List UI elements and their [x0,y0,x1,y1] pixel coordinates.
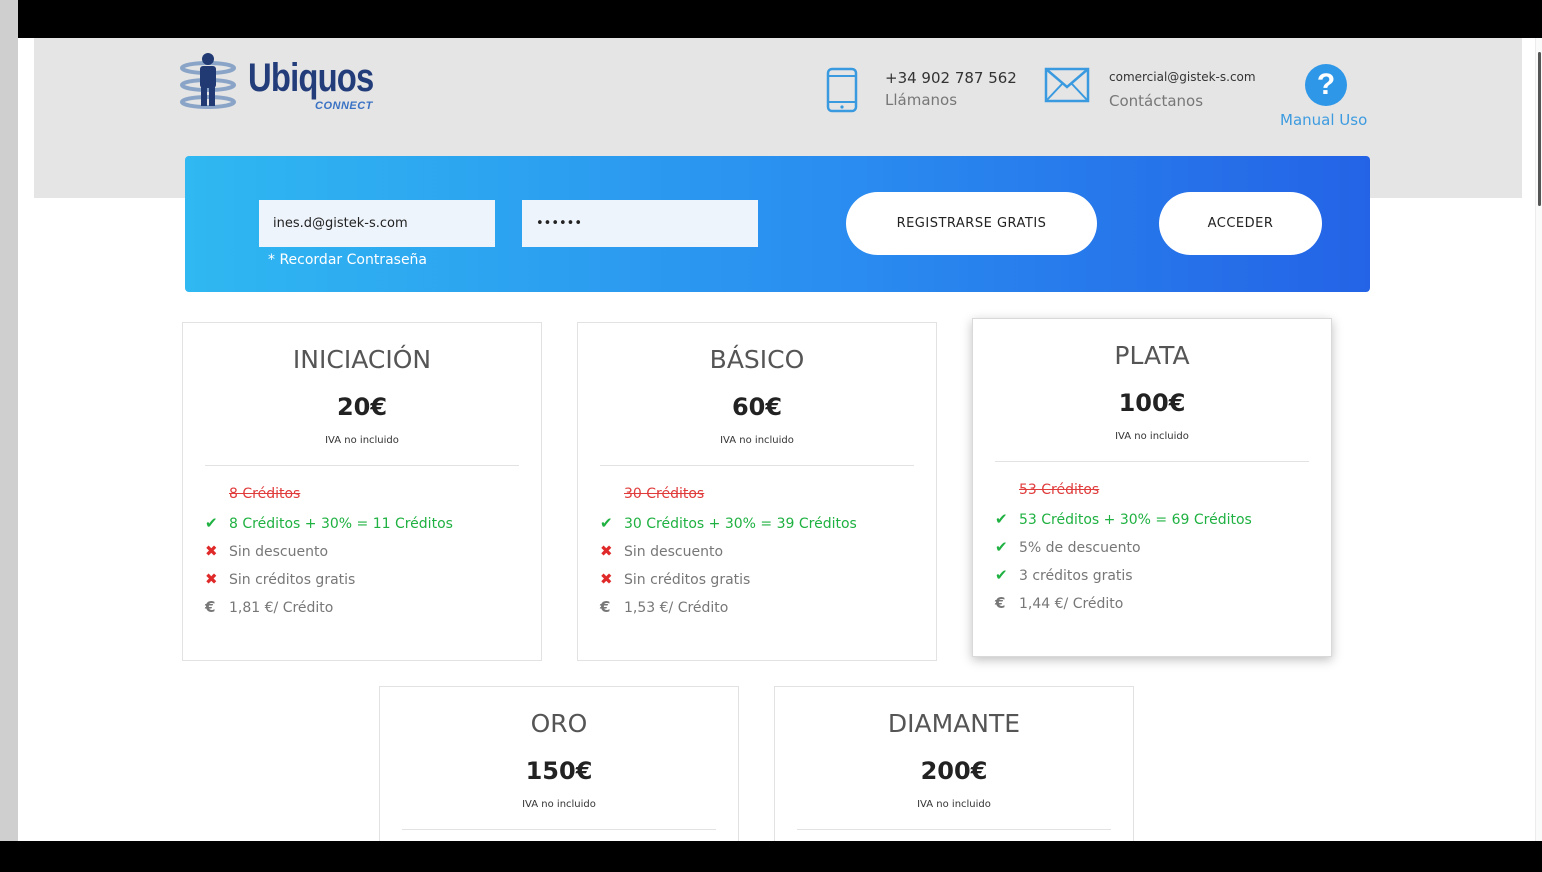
scrollbar-thumb[interactable] [1538,52,1541,206]
logo-subtitle: CONNECT [315,100,373,112]
plan-feature-text: 53 Créditos [1019,482,1100,498]
email-label: Contáctanos [1109,92,1204,110]
plan-price: 100€ [1118,389,1186,417]
check-icon: ✔ [995,510,1008,528]
plan-feature: €1,44 €/ Crédito [995,594,1321,612]
phone-icon [826,67,858,113]
plan-card-basico[interactable]: BÁSICO 60€ IVA no incluido 30 Créditos ✔ 3… [577,322,937,661]
register-button[interactable]: REGISTRARSE GRATIS [846,192,1097,255]
plan-vat-note: IVA no incluido [325,435,399,446]
plan-title: BÁSICO [709,345,805,374]
plan-feature-text: 5% de descuento [1019,540,1141,556]
plan-feature-text: 1,44 €/ Crédito [1019,596,1124,612]
plan-feature-text: 3 créditos gratis [1019,568,1133,584]
plan-feature-text: Sin descuento [624,544,724,560]
divider [402,829,716,830]
x-icon: ✖ [600,570,613,588]
login-button[interactable]: ACCEDER [1159,192,1322,255]
plan-title: PLATA [1114,341,1190,370]
plan-card-plata[interactable]: PLATA 100€ IVA no incluido 53 Créditos ✔ 5… [972,318,1332,657]
window-left-edge [0,0,18,872]
divider [797,829,1111,830]
check-icon: ✔ [205,514,218,532]
plan-feature: ✔ 3 créditos gratis [995,566,1321,584]
plan-feature-text: Sin créditos gratis [624,572,751,588]
plan-feature-text: 30 Créditos + 30% = 39 Créditos [624,516,857,532]
plan-vat-note: IVA no incluido [917,799,991,810]
plan-price: 200€ [920,757,988,785]
plan-vat-note: IVA no incluido [522,799,596,810]
plan-vat-note: IVA no incluido [1115,431,1189,442]
logo-wordmark: Ubiquos [248,56,374,100]
logo[interactable]: Ubiquos CONNECT [180,52,374,118]
plan-title: ORO [530,709,588,738]
plan-price: 150€ [525,757,593,785]
password-input[interactable] [522,200,758,247]
x-icon: ✖ [205,542,218,560]
manual-link[interactable]: Manual Uso [1280,111,1367,129]
mail-icon [1044,67,1090,103]
x-icon: ✖ [600,542,613,560]
check-icon: ✔ [995,538,1008,556]
plan-feature-text: Sin descuento [229,544,329,560]
email-contact[interactable]: comercial@gistek-s.com Contáctanos [1109,70,1256,110]
plan-vat-note: IVA no incluido [720,435,794,446]
plan-feature-text: Sin créditos gratis [229,572,356,588]
euro-icon: € [600,598,611,616]
logo-figure-icon [180,53,236,109]
window-bottom-bar [0,841,1542,872]
check-icon: ✔ [600,514,613,532]
plan-title: INICIACIÓN [292,345,432,374]
plan-title: DIAMANTE [887,709,1021,738]
plan-feature-text: 53 Créditos + 30% = 69 Créditos [1019,512,1252,528]
phone-label: Llámanos [885,91,958,109]
plan-feature: ✔ 8 Créditos + 30% = 11 Créditos [205,514,531,532]
help-icon[interactable]: ? [1305,64,1347,106]
plan-feature: 30 Créditos [600,486,926,502]
window-top-bar [0,0,1542,38]
plan-price: 20€ [336,393,388,421]
plan-feature: ✔ 5% de descuento [995,538,1321,556]
plan-feature: €1,81 €/ Crédito [205,598,531,616]
euro-icon: € [205,598,216,616]
plan-card-diamante[interactable]: DIAMANTE 200€ IVA no incluido [774,686,1134,841]
divider [205,465,519,466]
divider [600,465,914,466]
x-icon: ✖ [205,570,218,588]
phone-contact[interactable]: +34 902 787 562 Llámanos [885,69,1017,109]
euro-icon: € [995,594,1006,612]
plan-feature: 8 Créditos [205,486,531,502]
plan-feature-text: 8 Créditos [229,486,301,502]
plan-feature-text: 1,53 €/ Crédito [624,600,729,616]
plan-feature-text: 1,81 €/ Crédito [229,600,334,616]
divider [995,461,1309,462]
plan-feature-text: 8 Créditos + 30% = 11 Créditos [229,516,453,532]
plan-feature: ✔ 30 Créditos + 30% = 39 Créditos [600,514,926,532]
email-address: comercial@gistek-s.com [1109,70,1256,84]
check-icon: ✔ [995,566,1008,584]
plan-feature: ✖ Sin créditos gratis [205,570,531,588]
phone-number: +34 902 787 562 [885,69,1017,87]
page: Ubiquos CONNECT +34 902 787 562 Llámanos… [18,38,1542,841]
login-bar: * Recordar Contraseña REGISTRARSE GRATIS… [185,156,1370,292]
plan-card-iniciacion[interactable]: INICIACIÓN 20€ IVA no incluido 8 Crédito… [182,322,542,661]
email-input[interactable] [259,200,495,247]
plan-feature: 53 Créditos [995,482,1321,498]
plan-card-oro[interactable]: ORO 150€ IVA no incluido [379,686,739,841]
plan-feature: ✖ Sin descuento [600,542,926,560]
plan-feature: ✔ 53 Créditos + 30% = 69 Créditos [995,510,1321,528]
plan-price: 60€ [731,393,783,421]
plan-feature: ✖ Sin créditos gratis [600,570,926,588]
remember-password-link[interactable]: * Recordar Contraseña [268,252,427,268]
plan-feature-text: 30 Créditos [624,486,705,502]
plan-feature: ✖ Sin descuento [205,542,531,560]
plan-feature: €1,53 €/ Crédito [600,598,926,616]
